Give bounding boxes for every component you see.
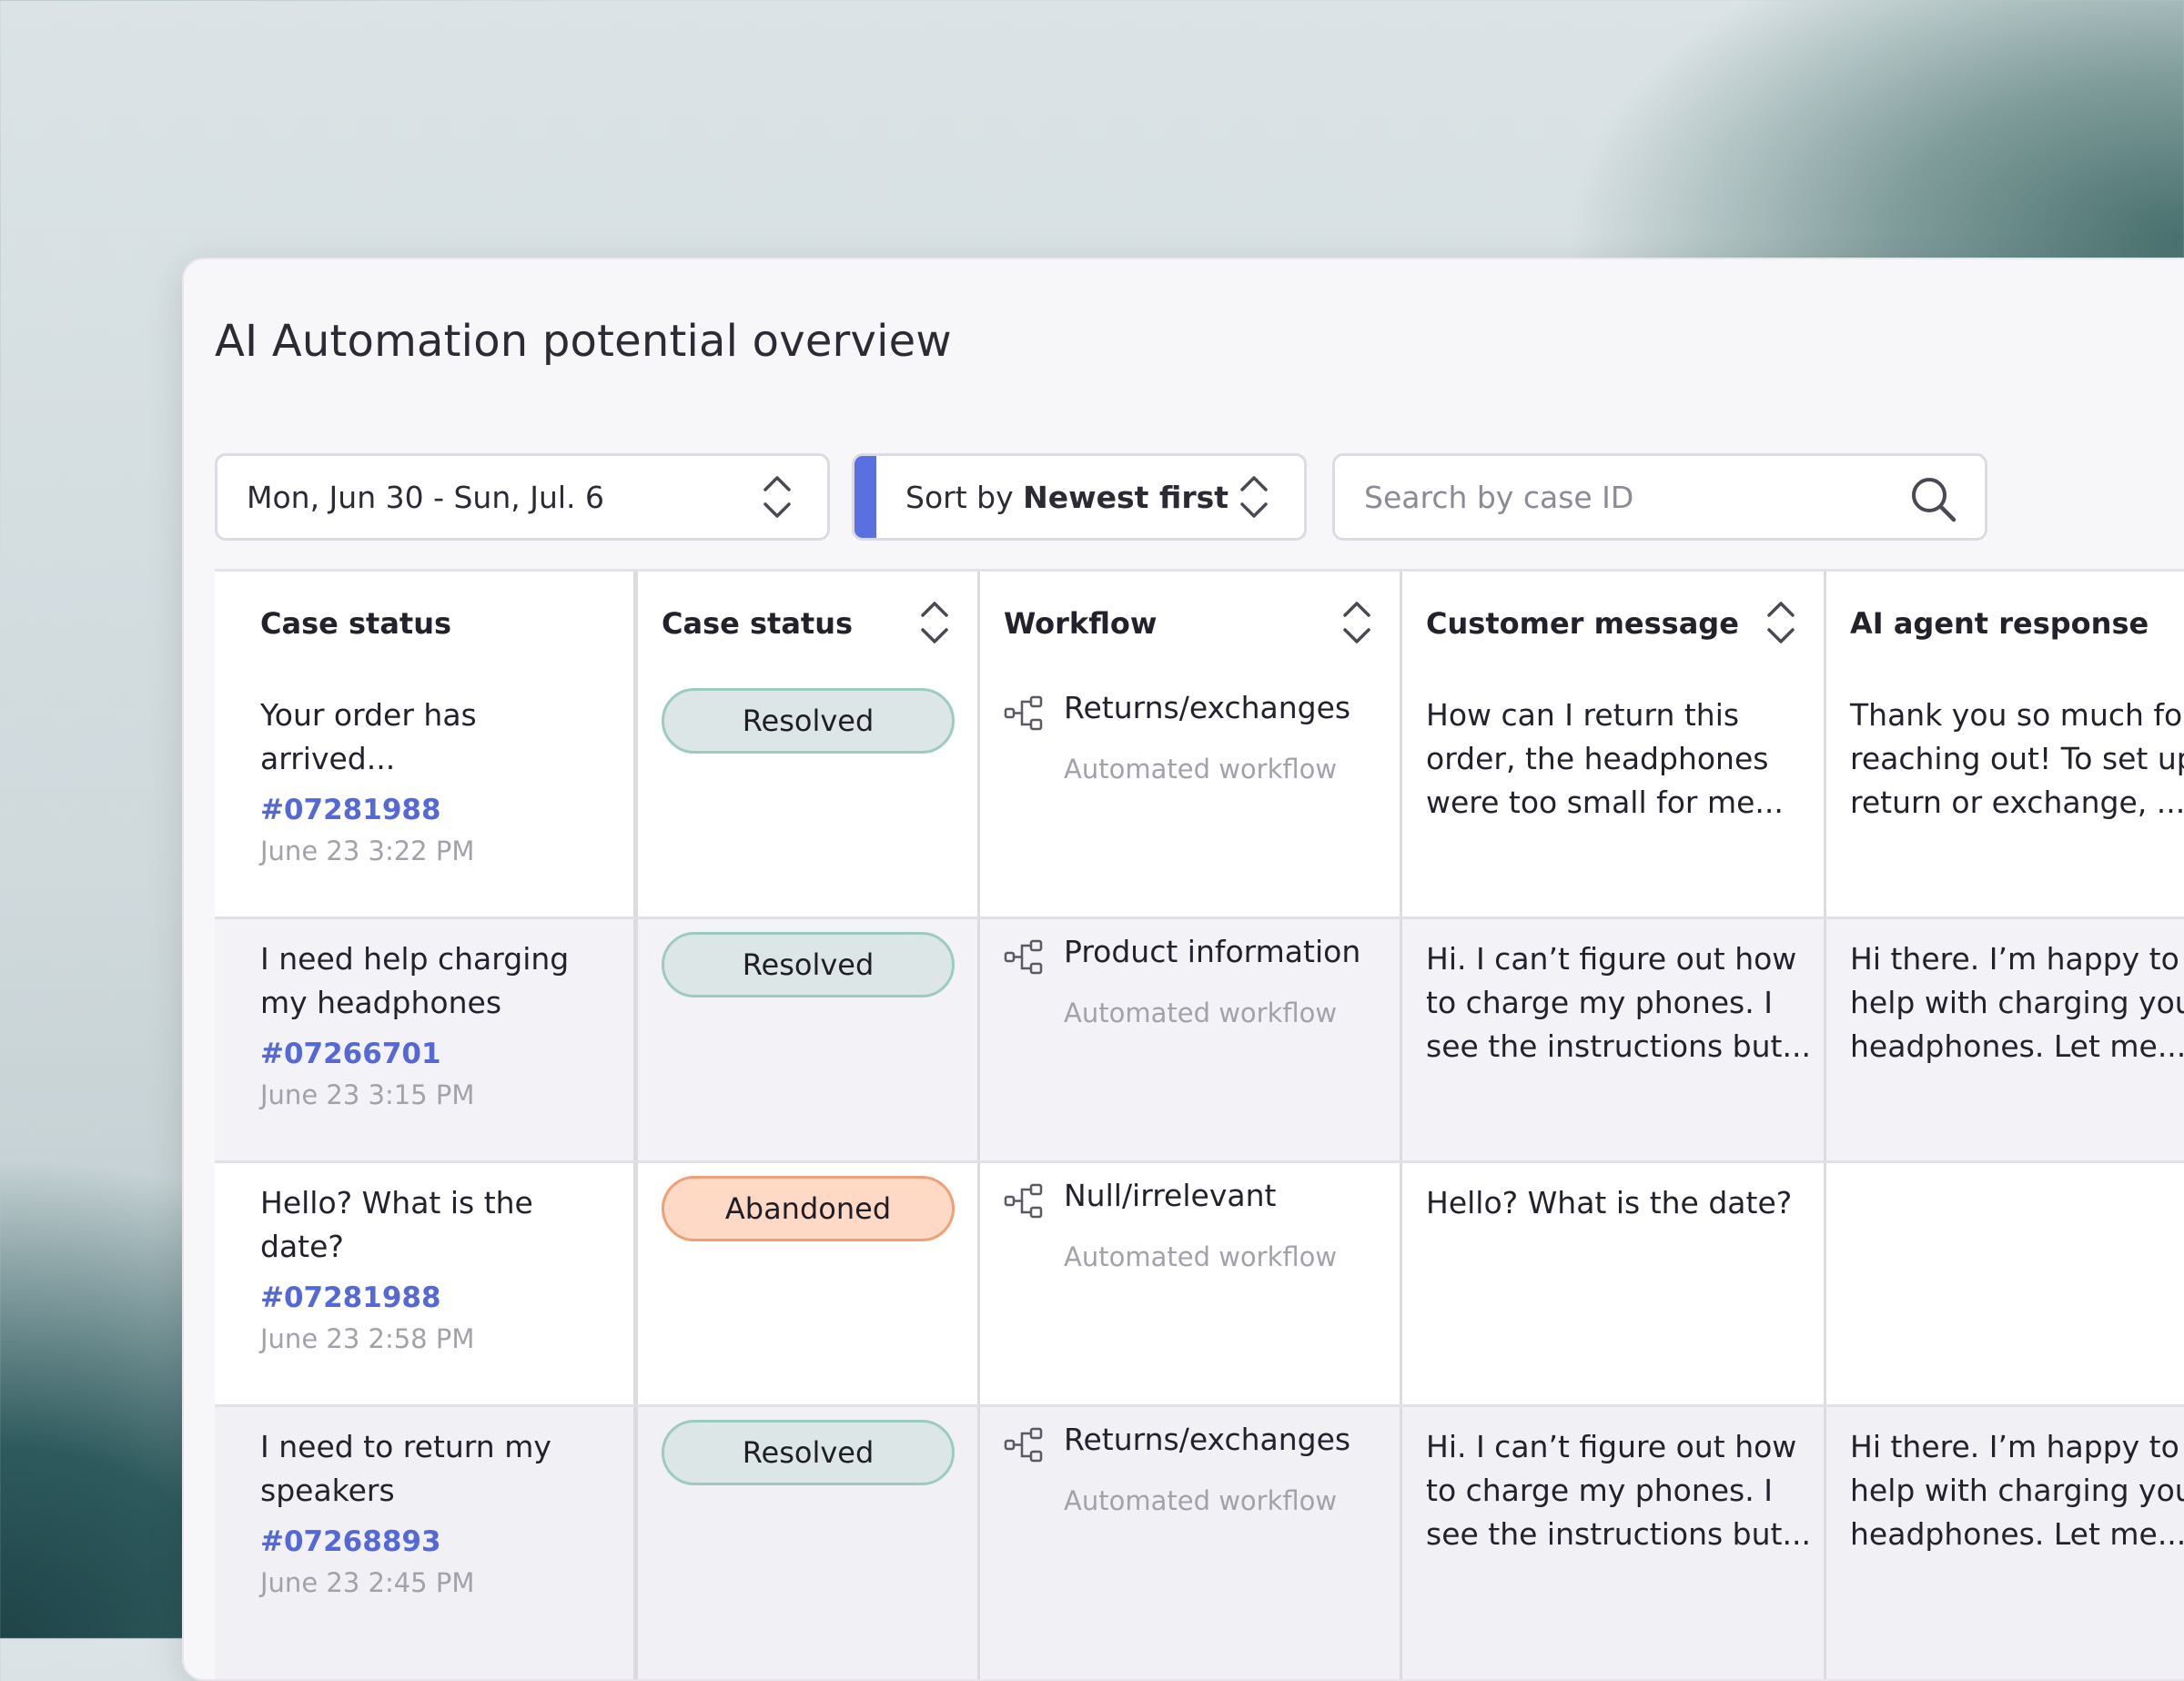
table-row[interactable]: I need help charging my headphones #0726…	[215, 919, 2184, 1163]
sort-accent-bar	[854, 456, 876, 538]
workflow-cell: Returns/exchanges Automated workflow	[977, 675, 1400, 916]
ai-response-line: help with charging your	[1850, 985, 2184, 1020]
case-summary-cell: I need help charging my headphones #0726…	[215, 919, 633, 1160]
workflow-cell: Product information Automated workflow	[977, 919, 1400, 1160]
workflow-name: Product information	[1064, 934, 1361, 969]
workflow-name: Returns/exchanges	[1064, 1422, 1351, 1457]
workflow-name: Null/irrelevant	[1064, 1178, 1277, 1213]
ai-response-line: headphones. Let me...	[1850, 1516, 2184, 1552]
ai-response-line: Hi there. I’m happy to	[1850, 1429, 2179, 1464]
customer-message: Hello? What is the date?	[1426, 1185, 1793, 1220]
workflow-icon	[1004, 1427, 1043, 1463]
ai-response-line: Hi there. I’m happy to	[1850, 941, 2179, 977]
case-status-cell: Resolved	[633, 919, 977, 1160]
column-header-label: Workflow	[1004, 606, 1158, 641]
workflow-name: Returns/exchanges	[1064, 690, 1351, 725]
sort-value: Newest first	[1023, 479, 1229, 515]
case-summary: Hello? What is the date?	[260, 1185, 533, 1264]
customer-message-cell: How can I return this order, the headpho…	[1400, 675, 1824, 916]
case-summary-cell: I need to return my speakers #07268893 J…	[215, 1407, 633, 1679]
sort-chevron-icon[interactable]	[1765, 599, 1796, 646]
case-status-cell: Resolved	[633, 1407, 977, 1679]
sort-chevron-icon[interactable]	[1341, 599, 1372, 646]
customer-message: Hi. I can’t figure out how to charge my …	[1426, 941, 1811, 1064]
workflow-cell: Null/irrelevant Automated workflow	[977, 1163, 1400, 1404]
case-id-link[interactable]: #07266701	[260, 1038, 615, 1070]
status-badge: Abandoned	[662, 1176, 955, 1241]
customer-message: How can I return this order, the headpho…	[1426, 697, 1784, 820]
sort-select[interactable]: Sort by Newest first	[852, 453, 1307, 541]
column-header-label: Case status	[260, 606, 452, 641]
customer-message-cell: Hello? What is the date?	[1400, 1163, 1824, 1404]
case-summary: I need to return my speakers	[260, 1429, 551, 1508]
status-badge: Resolved	[662, 932, 955, 997]
ai-response-line: Thank you so much for	[1850, 697, 2184, 733]
workflow-type: Automated workflow	[1064, 997, 1338, 1028]
search-icon[interactable]	[1908, 474, 1957, 523]
overview-panel: AI Automation potential overview Mon, Ju…	[182, 258, 2184, 1681]
customer-message: Hi. I can’t figure out how to charge my …	[1426, 1429, 1811, 1552]
date-range-select[interactable]: Mon, Jun 30 - Sun, Jul. 6	[215, 453, 830, 541]
case-id-link[interactable]: #07281988	[260, 794, 615, 826]
case-timestamp: June 23 3:15 PM	[260, 1079, 475, 1110]
column-header-label: Case status	[662, 606, 854, 641]
customer-message-cell: Hi. I can’t figure out how to charge my …	[1400, 1407, 1824, 1679]
ai-response-cell: Thank you so much for reaching out! To s…	[1824, 675, 2184, 916]
table-row[interactable]: I need to return my speakers #07268893 J…	[215, 1407, 2184, 1679]
workflow-type: Automated workflow	[1064, 1485, 1338, 1516]
ai-response-line: headphones. Let me...	[1850, 1028, 2184, 1064]
search-placeholder: Search by case ID	[1364, 479, 1634, 515]
workflow-icon	[1004, 695, 1043, 731]
case-status-cell: Resolved	[633, 675, 977, 916]
ai-response-cell: Hi there. I’m happy to help with chargin…	[1824, 1407, 2184, 1679]
ai-response-line: return or exchange, ....	[1850, 785, 2184, 820]
sort-chevron-icon[interactable]	[919, 599, 950, 646]
table-row[interactable]: Hello? What is the date? #07281988 June …	[215, 1163, 2184, 1407]
workflow-type: Automated workflow	[1064, 1241, 1338, 1272]
ai-response-line: help with charging your	[1850, 1473, 2184, 1508]
column-header-workflow[interactable]: Workflow	[977, 572, 1400, 675]
column-header-case-status[interactable]: Case status	[633, 572, 977, 675]
status-badge: Resolved	[662, 688, 955, 754]
chevron-up-down-icon	[763, 476, 791, 518]
ai-response-line: reaching out! To set up	[1850, 741, 2184, 776]
case-timestamp: June 23 3:22 PM	[260, 835, 475, 866]
case-id-link[interactable]: #07268893	[260, 1525, 615, 1558]
table-header: Case status Case status Workflow Custome…	[215, 569, 2184, 678]
column-header-label: Customer message	[1426, 606, 1739, 641]
column-header-customer-message[interactable]: Customer message	[1400, 572, 1824, 675]
sort-prefix: Sort by	[905, 479, 1024, 515]
ai-response-cell	[1824, 1163, 2184, 1404]
customer-message-cell: Hi. I can’t figure out how to charge my …	[1400, 919, 1824, 1160]
case-summary-cell: Hello? What is the date? #07281988 June …	[215, 1163, 633, 1404]
workflow-icon	[1004, 939, 1043, 975]
workflow-type: Automated workflow	[1064, 754, 1338, 785]
chevron-up-down-icon	[1240, 476, 1268, 518]
page-title: AI Automation potential overview	[215, 316, 952, 367]
case-status-cell: Abandoned	[633, 1163, 977, 1404]
search-input[interactable]: Search by case ID	[1332, 453, 1987, 541]
ai-response-cell: Hi there. I’m happy to help with chargin…	[1824, 919, 2184, 1160]
sort-label: Sort by Newest first	[905, 480, 1228, 515]
workflow-cell: Returns/exchanges Automated workflow	[977, 1407, 1400, 1679]
status-badge: Resolved	[662, 1420, 955, 1485]
column-header-ai-response[interactable]: AI agent response	[1824, 572, 2184, 675]
column-header-case-summary[interactable]: Case status	[215, 572, 633, 675]
case-summary: I need help charging my headphones	[260, 941, 570, 1020]
column-header-label: AI agent response	[1850, 606, 2149, 641]
workflow-icon	[1004, 1183, 1043, 1219]
table-row[interactable]: Your order has arrived... #07281988 June…	[215, 675, 2184, 919]
date-range-value: Mon, Jun 30 - Sun, Jul. 6	[247, 479, 605, 515]
case-id-link[interactable]: #07281988	[260, 1281, 615, 1314]
case-summary-cell: Your order has arrived... #07281988 June…	[215, 675, 633, 916]
case-summary: Your order has arrived...	[260, 697, 477, 776]
case-timestamp: June 23 2:45 PM	[260, 1567, 475, 1598]
case-timestamp: June 23 2:58 PM	[260, 1323, 475, 1354]
